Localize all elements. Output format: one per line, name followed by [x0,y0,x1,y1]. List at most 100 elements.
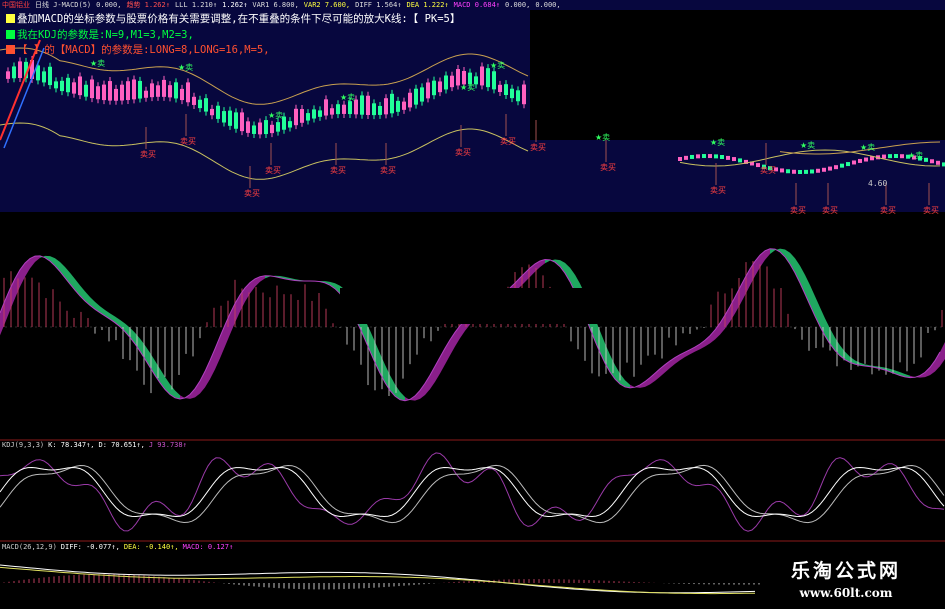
candle-body [894,154,898,159]
candle-body [240,112,244,132]
candle-body [330,108,334,115]
oscillator-ribbon-segment [940,342,945,367]
kdj-d-line [0,464,945,524]
oscillator-ribbon-segment [795,258,800,284]
candle-body [414,88,418,105]
buy-marker: ★卖 [800,141,815,150]
candle-body [702,154,706,159]
candle-body [300,109,304,123]
candle-body [102,84,106,101]
oscillator-ribbon-segment [130,327,135,344]
stock-chart-window: { "header_values": [ {"label":"中国铝业", "c… [0,0,945,609]
header-value: 日线 J-MACD(5) [35,1,92,9]
header-value: DIFF 1.564↑ [355,1,402,9]
candle-body [192,96,196,105]
candle-body [708,154,712,159]
oscillator-ribbon-segment [430,366,435,390]
oscillator-ribbon-segment [200,371,205,394]
candle-body [696,154,700,159]
oscillator-ribbon-segment [725,306,730,329]
candle-body [720,154,724,159]
candle-body [306,113,310,121]
header-value: KDJ(9,3,3) [2,441,45,449]
header-value: 1.262↑ [222,1,248,9]
header-value: 中国铝业 [2,1,30,9]
indicator-header: 中国铝业 日线 J-MACD(5) 0.000, 趋势 1.262↑ LLL 1.210… [2,0,566,10]
candle-body [144,90,148,98]
candle-body [444,75,448,90]
candle-body [108,81,112,101]
candle-body [276,122,280,132]
candle-body [408,92,412,108]
candle-body [156,85,160,97]
macd-header: MACD(26,12,9) DIFF: -0.077↑, DEA: -0.140↑,… [2,543,237,552]
brand-watermark: 乐淘公式网 www.60lt.com [752,556,940,606]
candle-body [804,169,808,174]
candle-body [348,101,352,115]
oscillator-ribbon-segment [710,329,715,344]
sell-marker: 卖买 [880,206,896,215]
candle-body [426,82,430,99]
candle-body [42,71,46,83]
candle-body [888,154,892,159]
legend-line-1: 叠加MACD的坐标参数与股票价格有关需要调整,在不重叠的条件下尽可能的放大K线:… [6,12,460,26]
candle-body [138,80,142,99]
header-value: MACD(26,12,9) [2,543,57,551]
sell-marker: 卖买 [380,166,396,175]
sell-marker: 卖买 [530,143,546,152]
candle-body [738,158,742,163]
sell-marker: 卖买 [822,206,838,215]
candle-body [120,84,124,101]
kdj-k-line [0,466,945,518]
sell-marker: 卖买 [330,166,346,175]
candle-body [96,86,100,100]
candle-body [486,68,490,88]
macd-diff-line [0,564,756,594]
sell-marker: 卖买 [265,166,281,175]
candle-body [216,105,220,119]
candle-body [204,98,208,112]
candle-body [678,156,682,161]
redacted-overlay [340,288,605,324]
oscillator-ribbon-segment [55,258,60,272]
candle-body [510,88,514,99]
candle-body [822,167,826,172]
header-value: MACD: 0.127↑ [182,543,234,551]
candle-body [684,155,688,160]
candle-body [492,71,496,90]
candle-body [342,104,346,114]
candle-body [48,66,52,86]
oscillator-ribbon-segment [770,248,775,255]
candle-body [66,77,70,93]
candle-body [72,82,76,94]
legend-line-2: 我在KDJ的参数是:N=9,M1=3,M2=3, [6,28,194,42]
candle-body [852,160,856,165]
candle-body [228,110,232,126]
candle-body [114,88,118,101]
candle-body [846,162,850,167]
candle-body [786,169,790,174]
candle-body [198,99,202,109]
sell-marker: 卖买 [760,166,776,175]
candle-body [246,121,250,133]
sell-marker: 卖买 [140,150,156,159]
candle-body [936,160,940,165]
candle-body [450,75,454,88]
candle-body [522,84,526,105]
header-value: 趋势 1.262↑ [126,1,170,9]
candle-body [432,80,436,96]
candle-body [792,169,796,174]
header-value: MACD 0.684↑ [453,1,501,9]
candle-body [60,80,64,92]
oscillator-ribbon-segment [800,265,805,294]
candle-body [180,88,184,101]
buy-marker: ★卖 [860,143,875,152]
buy-marker: ★卖 [710,138,725,147]
candle-body [186,82,190,103]
oscillator-ribbon-segment [420,383,425,399]
candle-body [18,61,22,78]
candle-body [312,109,316,119]
oscillator-ribbon-segment [930,360,935,376]
oscillator-ribbon-segment [195,380,200,398]
kdj-header: KDJ(9,3,3) K: 78.347↑, D: 70.651↑, J 93.738… [2,441,191,450]
